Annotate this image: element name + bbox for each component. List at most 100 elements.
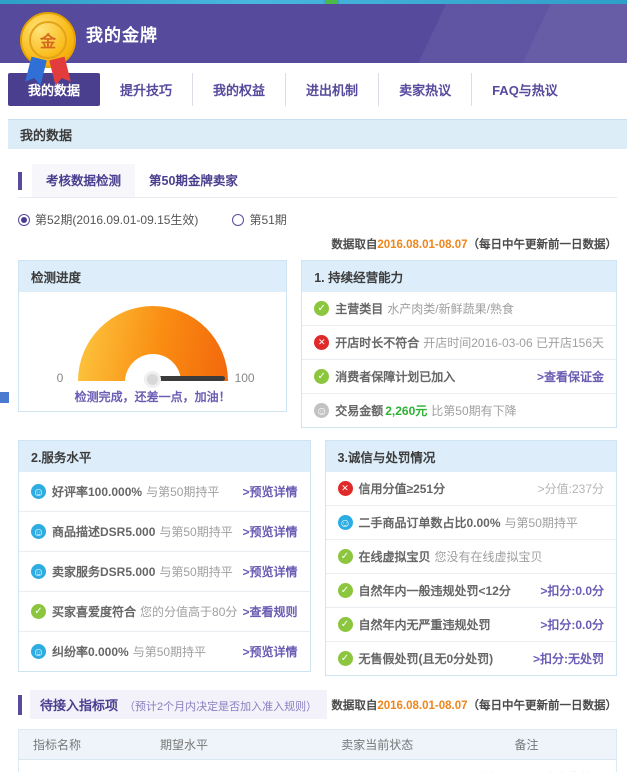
item-label: 好评率100.000%: [52, 483, 142, 500]
preview-detail-link[interactable]: >预览详情: [242, 523, 297, 540]
item-label: 纠纷率0.000%: [52, 643, 129, 660]
item-label: 二手商品订单数占比0.00%: [359, 514, 501, 531]
smiley-icon: ☺: [338, 515, 353, 530]
smiley-icon: ☺: [31, 484, 46, 499]
radio-period-52[interactable]: 第52期(2016.09.01-09.15生效): [18, 211, 198, 228]
check-icon: ✓: [338, 617, 353, 632]
pending-indicators-table: 指标名称 期望水平 卖家当前状态 备注 24发货速度 平均发货时长≤24小时 2…: [18, 729, 617, 772]
data-note-date: 2016.08.01-08.07: [377, 700, 467, 712]
table-header-row: 指标名称 期望水平 卖家当前状态 备注: [19, 730, 617, 760]
cross-icon: ✕: [338, 481, 353, 496]
check-icon: ✓: [31, 604, 46, 619]
list-item: ✕ 开店时长不符合 开店时间2016-03-06 已开店156天: [302, 325, 616, 359]
panel-service-level: 2.服务水平 ☺ 好评率100.000% 与第50期持平 >预览详情 ☺ 商品描…: [18, 440, 311, 672]
pending-title: 待接入指标项: [40, 695, 118, 714]
section-title: 我的数据: [8, 119, 627, 149]
main-content: 考核数据检测 第50期金牌卖家 第52期(2016.09.01-09.15生效)…: [18, 164, 617, 772]
item-text: 与第50期持平: [159, 563, 232, 580]
check-icon: ✓: [338, 583, 353, 598]
cross-icon: ✕: [314, 335, 329, 350]
panel3-title: 3.诚信与处罚情况: [326, 441, 617, 472]
col-indicator-name: 指标名称: [19, 730, 151, 760]
list-item: ✓ 在线虚拟宝贝 您没有在线虚拟宝贝: [326, 539, 617, 573]
check-icon: ✓: [314, 369, 329, 384]
subtab-assessment-check[interactable]: 考核数据检测: [32, 164, 135, 197]
data-source-note: 数据取自2016.08.01-08.07（每日中午更新前一日数据）: [18, 236, 617, 252]
period-radios: 第52期(2016.09.01-09.15生效) 第51期: [18, 211, 617, 228]
preview-detail-link[interactable]: >预览详情: [242, 563, 297, 580]
smiley-gray-icon: ☺: [314, 403, 329, 418]
data-note-prefix: 数据取自: [331, 700, 377, 712]
list-item: ☺ 纠纷率0.000% 与第50期持平 >预览详情: [19, 631, 310, 671]
preview-detail-link[interactable]: >预览详情: [242, 643, 297, 660]
view-deposit-link[interactable]: >查看保证金: [537, 368, 604, 385]
col-remarks: 备注: [437, 730, 616, 760]
panel-check-progress: 检测进度 0 100 检测完成，还差一点，加油！: [18, 260, 287, 412]
deduction-link[interactable]: >扣分:0.0分: [540, 616, 604, 633]
gauge-caption: 检测完成，还差一点，加油！: [19, 388, 286, 405]
page-title: 我的金牌: [86, 21, 158, 46]
gauge-max-label: 100: [235, 371, 255, 385]
smiley-icon: ☺: [31, 644, 46, 659]
list-item: ☺ 卖家服务DSR5.000 与第50期持平 >预览详情: [19, 551, 310, 591]
subtab-period50-sellers[interactable]: 第50期金牌卖家: [135, 164, 252, 197]
item-text: 与第50期持平: [159, 523, 232, 540]
check-icon: ✓: [338, 651, 353, 666]
panel2-title: 2.服务水平: [19, 441, 310, 472]
nav-tabs: 我的数据 提升技巧 我的权益 进出机制 卖家热议 FAQ与热议: [8, 73, 627, 106]
data-note-date: 2016.08.01-08.07: [377, 239, 467, 251]
item-label: 在线虚拟宝贝: [359, 548, 431, 565]
data-note-prefix: 数据取自: [331, 239, 377, 251]
panel-row-2: 2.服务水平 ☺ 好评率100.000% 与第50期持平 >预览详情 ☺ 商品描…: [18, 440, 617, 676]
smiley-icon: ☺: [31, 524, 46, 539]
deduction-link[interactable]: >扣分:无处罚: [533, 650, 604, 667]
list-item: ✓ 消费者保障计划已加入 >查看保证金: [302, 359, 616, 393]
item-label: 开店时长不符合: [335, 334, 419, 351]
panel-business-capability: 1. 持续经营能力 ✓ 主营类目 水产肉类/新鲜蔬果/熟食 ✕ 开店时长不符合 …: [301, 260, 617, 428]
gauge: 0 100 检测完成，还差一点，加油！: [19, 292, 286, 411]
list-item: ✓ 主营类目 水产肉类/新鲜蔬果/熟食: [302, 292, 616, 325]
tab-improve-skills[interactable]: 提升技巧: [100, 73, 192, 106]
view-rules-link[interactable]: >查看规则: [242, 603, 297, 620]
check-icon: ✓: [314, 301, 329, 316]
radio-unselected-icon[interactable]: [232, 214, 244, 226]
panel-row-1: 检测进度 0 100 检测完成，还差一点，加油！ 1. 持续经营能力 ✓ 主营类…: [18, 260, 617, 428]
list-item: ✓ 自然年内一般违规处罚<12分 >扣分:0.0分: [326, 573, 617, 607]
list-item: ☺ 好评率100.000% 与第50期持平 >预览详情: [19, 472, 310, 511]
deduction-link[interactable]: >扣分:0.0分: [540, 582, 604, 599]
item-label: 消费者保障计划已加入: [335, 368, 455, 385]
data-note-suffix: （每日中午更新前一日数据）: [468, 239, 618, 251]
pending-indicators-header: 待接入指标项 （预计2个月内决定是否加入准入规则） 数据取自2016.08.01…: [18, 690, 617, 719]
item-text: 与第50期持平: [505, 514, 578, 531]
tab-faq[interactable]: FAQ与热议: [471, 73, 578, 106]
item-label: 卖家服务DSR5.000: [52, 563, 155, 580]
pending-accent-bar: [18, 695, 22, 715]
tab-my-benefits[interactable]: 我的权益: [192, 73, 285, 106]
list-item: ✓ 买家喜爱度符合 您的分值高于80分 >查看规则: [19, 591, 310, 631]
list-item: ✓ 无售假处罚(且无0分处罚) >扣分:无处罚: [326, 641, 617, 675]
panel-integrity-punishment: 3.诚信与处罚情况 ✕ 信用分值≥251分 >分值:237分 ☺ 二手商品订单数…: [325, 440, 618, 676]
medal-text: 金: [29, 21, 67, 59]
tab-entry-exit[interactable]: 进出机制: [285, 73, 378, 106]
col-current-status: 卖家当前状态: [317, 730, 437, 760]
pending-note: （预计2个月内决定是否加入准入规则）: [124, 698, 317, 714]
check-icon: ✓: [338, 549, 353, 564]
radio-selected-icon[interactable]: [18, 214, 30, 226]
gauge-panel-title: 检测进度: [19, 261, 286, 292]
item-text: 与第50期持平: [133, 643, 206, 660]
tab-seller-discussion[interactable]: 卖家热议: [378, 73, 471, 106]
left-edge-widget-handle[interactable]: [0, 392, 9, 403]
data-note-suffix: （每日中午更新前一日数据）: [468, 700, 618, 712]
credit-score-value: >分值:237分: [538, 480, 604, 497]
radio-period-51[interactable]: 第51期: [232, 211, 286, 228]
panel1-title: 1. 持续经营能力: [302, 261, 616, 292]
gauge-min-label: 0: [57, 371, 64, 385]
item-label: 买家喜爱度符合: [52, 603, 136, 620]
preview-detail-link[interactable]: >预览详情: [242, 483, 297, 500]
list-item: ☺ 商品描述DSR5.000 与第50期持平 >预览详情: [19, 511, 310, 551]
current-status: 242.7小时: [317, 760, 437, 772]
item-text: 您没有在线虚拟宝贝: [435, 548, 543, 565]
list-item: ☺ 二手商品订单数占比0.00% 与第50期持平: [326, 505, 617, 539]
subtabs: 考核数据检测 第50期金牌卖家: [18, 164, 617, 198]
gold-medal-icon: 金: [20, 12, 78, 84]
